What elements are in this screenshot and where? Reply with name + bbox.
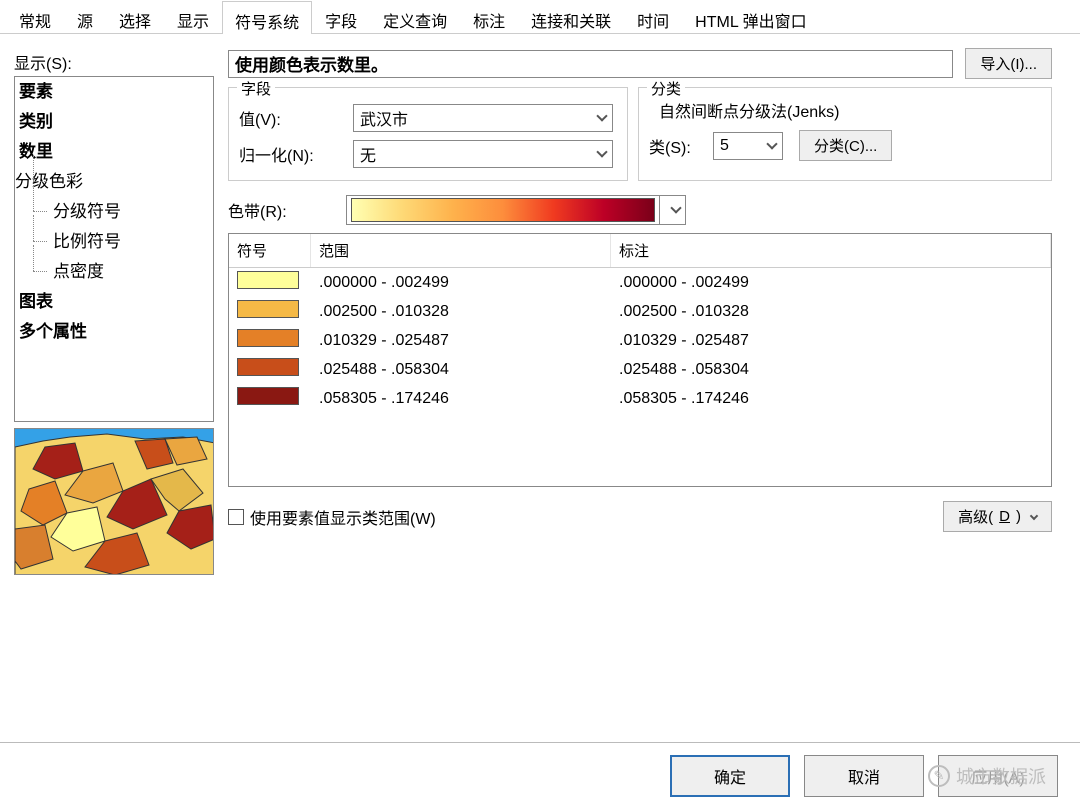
tree-graduated-colors[interactable]: 分级色彩 (15, 167, 213, 197)
map-preview (14, 428, 214, 575)
normalization-label: 归一化(N): (239, 142, 347, 166)
import-button[interactable]: 导入(I)... (965, 48, 1052, 79)
ok-button[interactable]: 确定 (670, 755, 790, 797)
symbology-category-tree[interactable]: 要素 类别 数里 分级色彩 分级符号 比例符号 点密度 图表 多个属性 (14, 76, 214, 422)
table-row[interactable]: .010329 - .025487.010329 - .025487 (229, 326, 1051, 355)
tab-labels[interactable]: 标注 (460, 0, 518, 33)
class-label[interactable]: .058305 - .174246 (611, 387, 1051, 411)
class-label[interactable]: .025488 - .058304 (611, 358, 1051, 382)
show-feature-values-checkbox[interactable]: 使用要素值显示类范围(W) (228, 505, 436, 529)
value-field-select[interactable]: 武汉市 (353, 104, 613, 132)
normalization-value: 无 (360, 142, 376, 166)
class-label[interactable]: .000000 - .002499 (611, 271, 1051, 295)
color-ramp-select[interactable] (346, 195, 686, 225)
classification-fieldset: 分类 自然间断点分级法(Jenks) 类(S): 5 分类(C)... (638, 87, 1052, 181)
fields-legend: 字段 (237, 78, 275, 99)
tab-defquery[interactable]: 定义查询 (370, 0, 460, 33)
tab-htmlpopup[interactable]: HTML 弹出窗口 (682, 0, 819, 33)
advanced-button[interactable]: 高级(D) (943, 501, 1052, 532)
class-range[interactable]: .002500 - .010328 (311, 300, 611, 324)
chevron-down-icon (766, 138, 777, 149)
table-row[interactable]: .025488 - .058304.025488 - .058304 (229, 355, 1051, 384)
classes-label: 类(S): (649, 134, 707, 158)
chevron-down-icon (1030, 511, 1038, 519)
symbology-description: 使用颜色表示数里。 (228, 50, 953, 78)
show-feature-values-label: 使用要素值显示类范围(W) (250, 505, 436, 529)
chevron-down-icon (670, 202, 681, 213)
apply-button[interactable]: 应用(A) (938, 755, 1058, 797)
color-ramp-label: 色带(R): (228, 198, 336, 222)
class-swatch[interactable] (237, 300, 299, 318)
classification-method: 自然间断点分级法(Jenks) (659, 98, 1041, 122)
class-range[interactable]: .010329 - .025487 (311, 329, 611, 353)
color-ramp-dropdown[interactable] (659, 196, 685, 224)
checkbox-icon (228, 509, 244, 525)
table-row[interactable]: .000000 - .002499.000000 - .002499 (229, 268, 1051, 297)
tab-joins[interactable]: 连接和关联 (518, 0, 624, 33)
dialog-footer: 确定 取消 应用(A) (0, 742, 1080, 809)
table-row[interactable]: .058305 - .174246.058305 - .174246 (229, 384, 1051, 413)
tree-graduated-symbols[interactable]: 分级符号 (15, 197, 213, 227)
tab-time[interactable]: 时间 (624, 0, 682, 33)
header-label[interactable]: 标注 (611, 234, 1051, 267)
class-range[interactable]: .058305 - .174246 (311, 387, 611, 411)
header-range[interactable]: 范围 (311, 234, 611, 267)
tab-display[interactable]: 显示 (164, 0, 222, 33)
class-swatch[interactable] (237, 271, 299, 289)
color-ramp-preview (351, 198, 655, 222)
class-label[interactable]: .002500 - .010328 (611, 300, 1051, 324)
classes-count-value: 5 (720, 137, 729, 155)
tree-charts[interactable]: 图表 (15, 287, 213, 317)
tree-multi-attrs[interactable]: 多个属性 (15, 317, 213, 347)
tab-source[interactable]: 源 (64, 0, 106, 33)
show-label: 显示(S): (14, 44, 214, 76)
classify-button[interactable]: 分类(C)... (799, 130, 892, 161)
value-field-value: 武汉市 (360, 106, 408, 130)
classification-legend: 分类 (647, 78, 685, 99)
table-row[interactable]: .002500 - .010328.002500 - .010328 (229, 297, 1051, 326)
class-table-header: 符号 范围 标注 (229, 234, 1051, 268)
class-swatch[interactable] (237, 387, 299, 405)
class-range[interactable]: .025488 - .058304 (311, 358, 611, 382)
tab-selection[interactable]: 选择 (106, 0, 164, 33)
tree-quantities[interactable]: 数里 (15, 137, 213, 167)
class-swatch[interactable] (237, 358, 299, 376)
tree-features[interactable]: 要素 (15, 77, 213, 107)
class-swatch[interactable] (237, 329, 299, 347)
tree-dot-density[interactable]: 点密度 (15, 257, 213, 287)
class-range[interactable]: .000000 - .002499 (311, 271, 611, 295)
tree-graduated-colors-label: 分级色彩 (15, 172, 83, 191)
fields-fieldset: 字段 值(V): 武汉市 归一化(N): 无 (228, 87, 628, 181)
tree-categories[interactable]: 类别 (15, 107, 213, 137)
value-label: 值(V): (239, 106, 347, 130)
class-label[interactable]: .010329 - .025487 (611, 329, 1051, 353)
normalization-select[interactable]: 无 (353, 140, 613, 168)
classes-count-select[interactable]: 5 (713, 132, 783, 160)
class-table[interactable]: 符号 范围 标注 .000000 - .002499.000000 - .002… (228, 233, 1052, 487)
tree-proportional-symbols[interactable]: 比例符号 (15, 227, 213, 257)
tab-bar: 常规 源 选择 显示 符号系统 字段 定义查询 标注 连接和关联 时间 HTML… (0, 0, 1080, 34)
tab-general[interactable]: 常规 (6, 0, 64, 33)
chevron-down-icon (596, 146, 607, 157)
chevron-down-icon (596, 110, 607, 121)
header-symbol[interactable]: 符号 (229, 234, 311, 267)
cancel-button[interactable]: 取消 (804, 755, 924, 797)
tab-symbology[interactable]: 符号系统 (222, 1, 312, 34)
tab-fields[interactable]: 字段 (312, 0, 370, 33)
